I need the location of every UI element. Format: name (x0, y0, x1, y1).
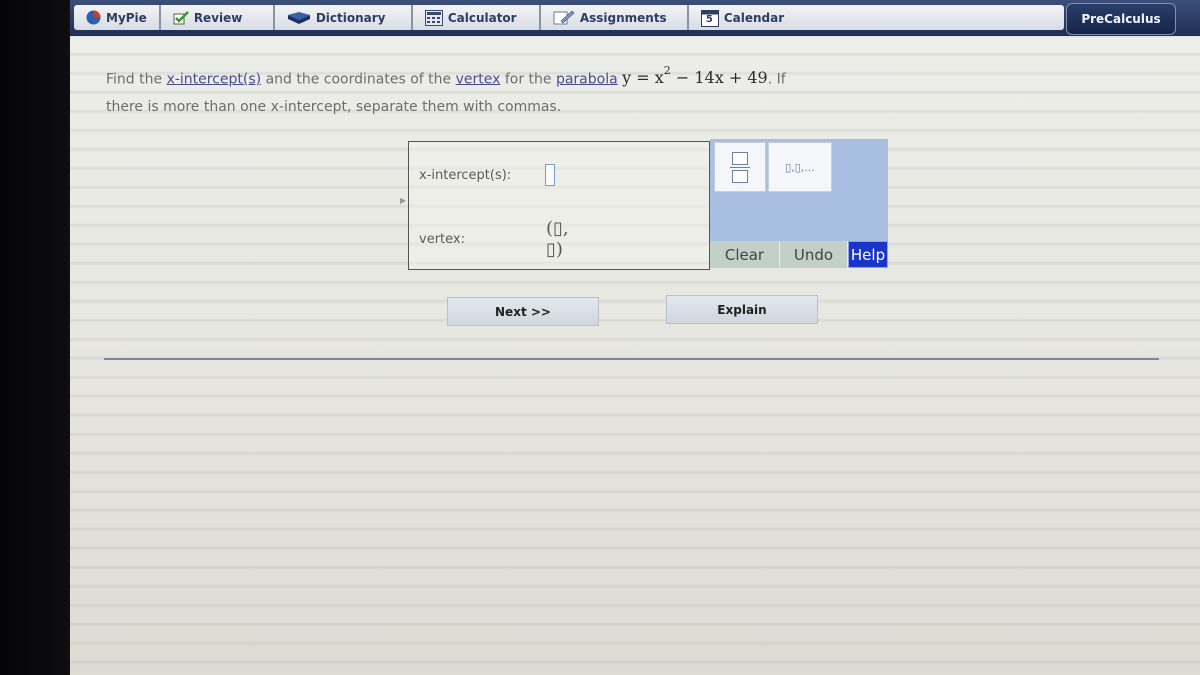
nav-item-calendar[interactable]: 5 Calendar (689, 5, 796, 30)
nav-item-review[interactable]: Review (161, 5, 275, 30)
question-line2: there is more than one x-intercept, sepa… (106, 99, 562, 116)
clear-button[interactable]: Clear (710, 241, 780, 268)
equation: y = x2 − 14x + 49 (622, 64, 768, 88)
list-template-label: ▯,▯,... (785, 160, 815, 174)
question-part2: and the coordinates of the (261, 71, 456, 88)
nav-label-dictionary: Dictionary (315, 10, 386, 25)
equation-lhs: y = x (622, 68, 664, 88)
vertex-template: (▯, ▯) (546, 218, 569, 260)
term-link-parabola[interactable]: parabola (556, 71, 618, 87)
term-link-vertex[interactable]: vertex (456, 71, 501, 87)
nav-label-assignments: Assignments (579, 10, 667, 25)
question-part4: . If (767, 71, 786, 88)
calculator-icon (424, 9, 443, 26)
intercept-label: x-intercept(s): (419, 168, 512, 183)
nav-item-dictionary[interactable]: Dictionary (275, 5, 413, 30)
row-pointer-icon: ▶ (400, 196, 407, 205)
nav-item-calculator[interactable]: Calculator (413, 5, 541, 30)
math-palette: ▯,▯,... (710, 139, 888, 243)
course-brand[interactable]: PreCalculus (1066, 3, 1176, 35)
fraction-bar-icon (730, 166, 750, 168)
fraction-template-button[interactable] (714, 142, 766, 192)
intercept-input[interactable] (545, 164, 555, 186)
nav-label-review: Review (193, 10, 243, 25)
question-part3: for the (500, 71, 556, 88)
equation-rhs: − 14x + 49 (670, 68, 768, 88)
nav-item-mypie[interactable]: MyPie (74, 5, 161, 30)
nav-label-calendar: Calendar (723, 10, 785, 25)
vertex-input[interactable]: (▯, ▯) (546, 218, 586, 260)
calendar-day-badge: 5 (705, 13, 713, 25)
pie-chart-icon (86, 10, 101, 25)
answer-box: x-intercept(s): vertex: (▯, ▯) (408, 141, 710, 270)
vertex-label: vertex: (419, 232, 465, 247)
nav-label-mypie: MyPie (106, 10, 147, 25)
divider (104, 358, 1159, 360)
term-link-intercepts[interactable]: x-intercept(s) (167, 71, 262, 87)
book-icon (287, 11, 311, 25)
help-button[interactable]: Help (848, 241, 888, 268)
nav-item-assignments[interactable]: Assignments (541, 5, 689, 30)
palette-actions: Clear Undo Help (710, 241, 888, 268)
undo-button[interactable]: Undo (780, 241, 848, 268)
calendar-icon: 5 (700, 9, 719, 27)
numerator-box-icon (732, 151, 748, 165)
explain-button[interactable]: Explain (666, 295, 818, 324)
question-part1: Find the (106, 71, 167, 88)
next-button[interactable]: Next >> (447, 297, 599, 326)
nav-strip: MyPie Review Dictionary Calculator Assig… (74, 5, 1064, 30)
equation-exponent: 2 (663, 64, 671, 77)
pencil-icon (553, 10, 575, 25)
nav-label-calculator: Calculator (447, 10, 517, 25)
checkmark-icon (173, 10, 189, 25)
list-template-button[interactable]: ▯,▯,... (768, 142, 832, 192)
denominator-box-icon (732, 169, 748, 183)
question-text: Find the x-intercept(s) and the coordina… (106, 60, 906, 121)
